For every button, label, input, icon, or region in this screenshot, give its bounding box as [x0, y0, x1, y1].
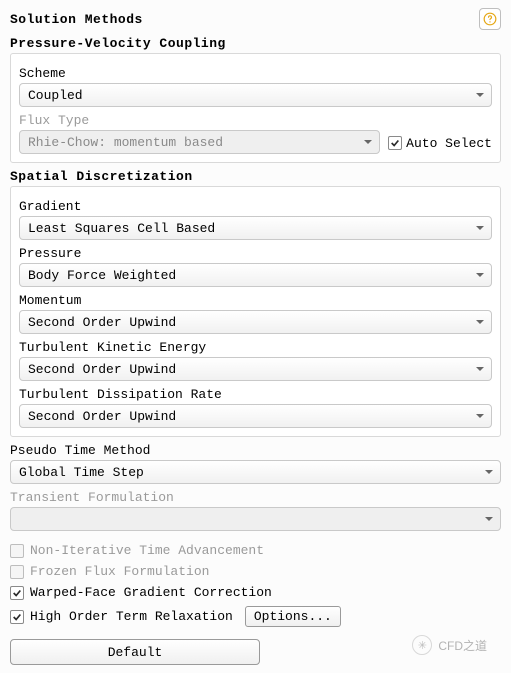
tf-label: Transient Formulation	[10, 490, 501, 505]
ptm-value: Global Time Step	[19, 465, 144, 480]
tdr-dropdown[interactable]: Second Order Upwind	[19, 404, 492, 428]
wfgc-checkbox[interactable]	[10, 586, 24, 600]
chevron-down-icon	[475, 270, 485, 280]
flux-type-dropdown: Rhie-Chow: momentum based	[19, 130, 380, 154]
fff-label: Frozen Flux Formulation	[30, 564, 209, 579]
pvc-group: Scheme Coupled Flux Type Rhie-Chow: mome…	[10, 53, 501, 163]
wfgc-label: Warped-Face Gradient Correction	[30, 585, 272, 600]
chevron-down-icon	[363, 137, 373, 147]
watermark-text: CFD之道	[438, 637, 487, 654]
default-button[interactable]: Default	[10, 639, 260, 665]
tke-label: Turbulent Kinetic Energy	[19, 340, 492, 355]
tke-value: Second Order Upwind	[28, 362, 176, 377]
scheme-value: Coupled	[28, 88, 83, 103]
wechat-icon: ✳	[412, 635, 432, 655]
sd-section-title: Spatial Discretization	[10, 169, 501, 184]
options-button[interactable]: Options...	[245, 606, 341, 627]
ptm-dropdown[interactable]: Global Time Step	[10, 460, 501, 484]
auto-select-label: Auto Select	[406, 136, 492, 151]
tf-dropdown	[10, 507, 501, 531]
chevron-down-icon	[484, 514, 494, 524]
tke-dropdown[interactable]: Second Order Upwind	[19, 357, 492, 381]
tdr-value: Second Order Upwind	[28, 409, 176, 424]
help-icon	[483, 12, 497, 26]
chevron-down-icon	[484, 467, 494, 477]
gradient-dropdown[interactable]: Least Squares Cell Based	[19, 216, 492, 240]
flux-type-label: Flux Type	[19, 113, 492, 128]
momentum-dropdown[interactable]: Second Order Upwind	[19, 310, 492, 334]
auto-select-checkbox[interactable]	[388, 136, 402, 150]
gradient-value: Least Squares Cell Based	[28, 221, 215, 236]
pvc-section-title: Pressure-Velocity Coupling	[10, 36, 501, 51]
hotr-label: High Order Term Relaxation	[30, 609, 233, 624]
pressure-label: Pressure	[19, 246, 492, 261]
scheme-label: Scheme	[19, 66, 492, 81]
page-title: Solution Methods	[10, 12, 143, 27]
pressure-dropdown[interactable]: Body Force Weighted	[19, 263, 492, 287]
chevron-down-icon	[475, 317, 485, 327]
scheme-dropdown[interactable]: Coupled	[19, 83, 492, 107]
nita-label: Non-Iterative Time Advancement	[30, 543, 264, 558]
chevron-down-icon	[475, 90, 485, 100]
pressure-value: Body Force Weighted	[28, 268, 176, 283]
momentum-value: Second Order Upwind	[28, 315, 176, 330]
chevron-down-icon	[475, 411, 485, 421]
help-button[interactable]	[479, 8, 501, 30]
sd-group: Gradient Least Squares Cell Based Pressu…	[10, 186, 501, 437]
fff-checkbox	[10, 565, 24, 579]
chevron-down-icon	[475, 223, 485, 233]
momentum-label: Momentum	[19, 293, 492, 308]
gradient-label: Gradient	[19, 199, 492, 214]
flux-type-value: Rhie-Chow: momentum based	[28, 135, 223, 150]
tdr-label: Turbulent Dissipation Rate	[19, 387, 492, 402]
ptm-label: Pseudo Time Method	[10, 443, 501, 458]
nita-checkbox	[10, 544, 24, 558]
hotr-checkbox[interactable]	[10, 610, 24, 624]
watermark: ✳ CFD之道	[412, 635, 487, 655]
chevron-down-icon	[475, 364, 485, 374]
